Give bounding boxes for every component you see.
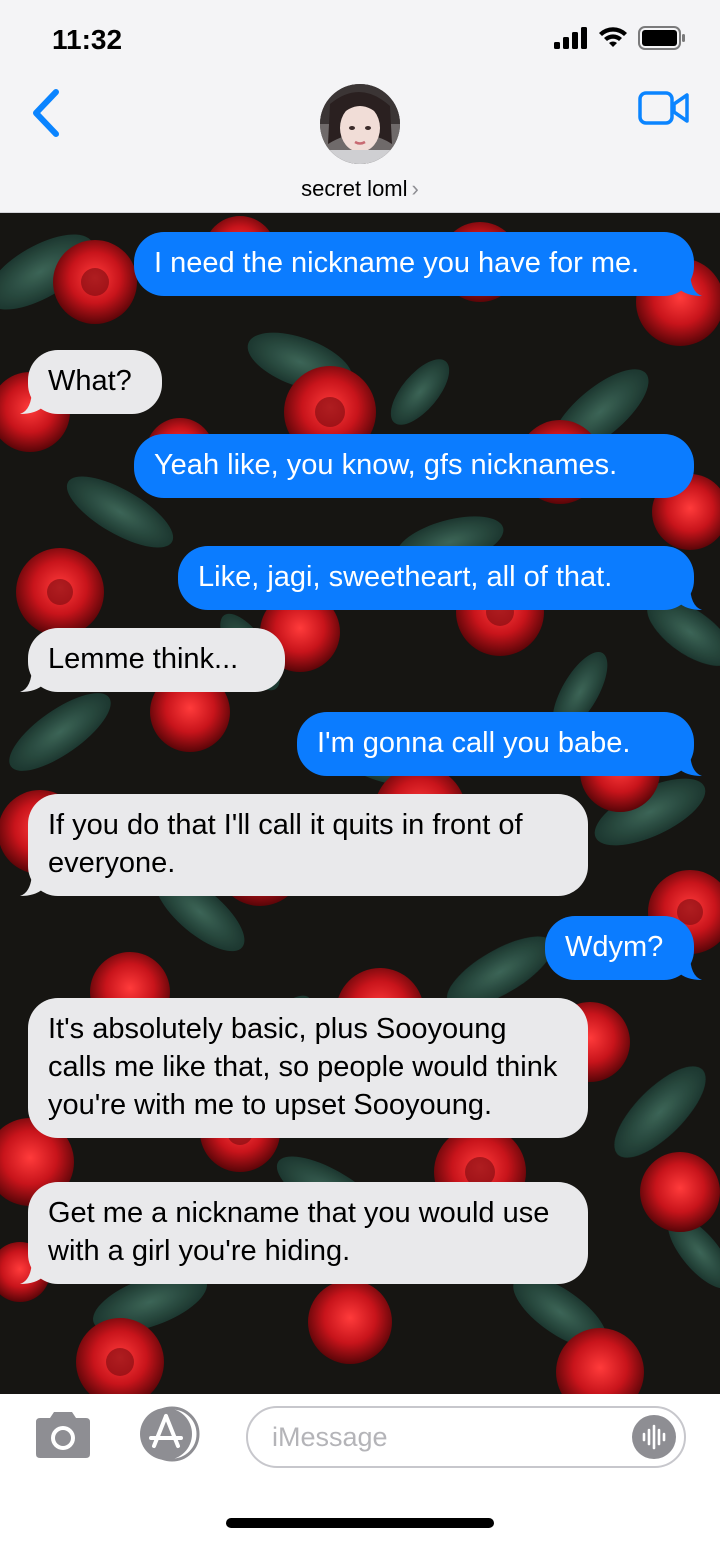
bubble-tail xyxy=(678,270,702,296)
message-sent[interactable]: Yeah like, you know, gfs nicknames. xyxy=(134,434,694,498)
chevron-right-icon: › xyxy=(411,176,419,201)
signal-icon xyxy=(554,27,587,49)
bubble-tail xyxy=(20,870,44,896)
message-received[interactable]: Lemme think... xyxy=(20,628,285,692)
message-input-placeholder: iMessage xyxy=(272,1422,388,1452)
video-camera-icon[interactable] xyxy=(638,90,690,126)
status-time: 11:32 xyxy=(52,24,123,55)
contact-name-button[interactable]: secret loml › xyxy=(0,176,720,202)
battery-icon xyxy=(638,26,685,50)
bubble-tail xyxy=(678,584,702,610)
status-icons xyxy=(554,26,686,50)
bubble-tail xyxy=(678,750,702,776)
contact-avatar[interactable] xyxy=(320,84,400,164)
compose-bar: iMessage xyxy=(0,1394,720,1552)
message-sent[interactable]: I'm gonna call you babe. xyxy=(297,712,702,776)
message-sent[interactable]: Like, jagi, sweetheart, all of that. xyxy=(178,546,702,610)
chat-background: I need the nickname you have for me. Wha… xyxy=(0,212,720,1394)
message-received[interactable]: Get me a nickname that you would use wit… xyxy=(20,1182,588,1284)
bubble-tail xyxy=(20,666,44,692)
audio-waveform-icon xyxy=(642,1424,666,1450)
message-sent[interactable]: I need the nickname you have for me. xyxy=(134,232,702,296)
conversation-header: 11:32 secret loml › xyxy=(0,0,720,213)
contact-name: secret loml xyxy=(301,176,408,201)
camera-icon[interactable] xyxy=(32,1410,94,1460)
bubble-tail xyxy=(20,388,44,414)
message-received[interactable]: It's absolutely basic, plus Sooyoung cal… xyxy=(28,998,588,1138)
message-received[interactable]: If you do that I'll call it quits in fro… xyxy=(20,794,588,896)
message-sent[interactable]: Wdym? xyxy=(545,916,702,980)
app-store-icon[interactable] xyxy=(136,1406,208,1462)
message-input[interactable]: iMessage xyxy=(246,1406,686,1468)
home-indicator[interactable] xyxy=(226,1518,494,1528)
back-chevron-icon[interactable] xyxy=(26,88,70,138)
wifi-icon xyxy=(599,27,627,47)
bubble-tail xyxy=(20,1258,44,1284)
message-received[interactable]: What? xyxy=(20,350,162,414)
bubble-tail xyxy=(678,954,702,980)
audio-message-button[interactable] xyxy=(632,1415,676,1459)
